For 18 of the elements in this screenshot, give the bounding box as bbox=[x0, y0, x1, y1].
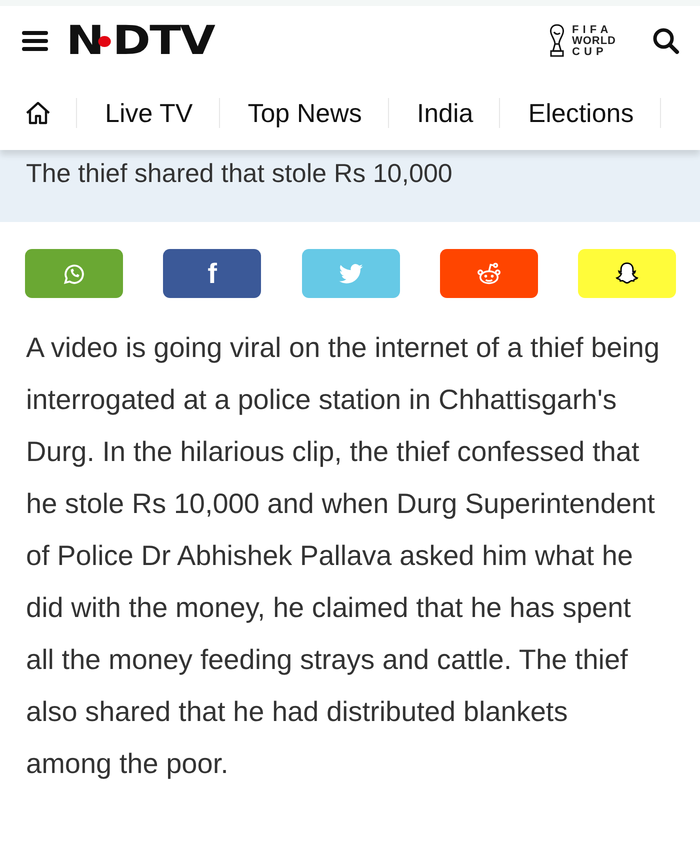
share-button[interactable] bbox=[440, 249, 538, 298]
share-button[interactable] bbox=[578, 249, 676, 298]
ndtv-logo[interactable]: N DTV bbox=[66, 18, 214, 64]
ghost-icon bbox=[614, 260, 640, 286]
share-button[interactable]: f bbox=[163, 249, 262, 298]
nav-tab[interactable]: India bbox=[388, 98, 500, 128]
search-icon[interactable] bbox=[652, 27, 680, 55]
share-button[interactable] bbox=[25, 249, 123, 298]
headline: The thief shared that stole Rs 10,000 bbox=[0, 150, 700, 222]
nav-tab[interactable]: Live TV bbox=[77, 98, 219, 128]
world-cup-badge[interactable]: F I F A WORLD C U P bbox=[572, 24, 616, 58]
article-paragraph: A video is going viral on the internet of a thief being interrogated at a police station in Chhattisgarh's Durg. In the hilarious clip, the thief confessed that he stole Rs 10,000 and when Durg Superintendent of Police Dr Abhishek Pallava asked him what he did with the money, he claimed that he has spent all the money feeding strays and cattle. The thief also shared that he had distributed blankets among the poor. bbox=[25, 331, 661, 781]
home-icon[interactable] bbox=[24, 99, 52, 127]
nav-tab[interactable]: Elections bbox=[500, 98, 660, 128]
alien-icon bbox=[476, 260, 502, 286]
menu-icon[interactable] bbox=[22, 30, 48, 52]
facebook-letter: f bbox=[208, 258, 217, 290]
nav-tab[interactable]: Top News bbox=[220, 98, 388, 128]
